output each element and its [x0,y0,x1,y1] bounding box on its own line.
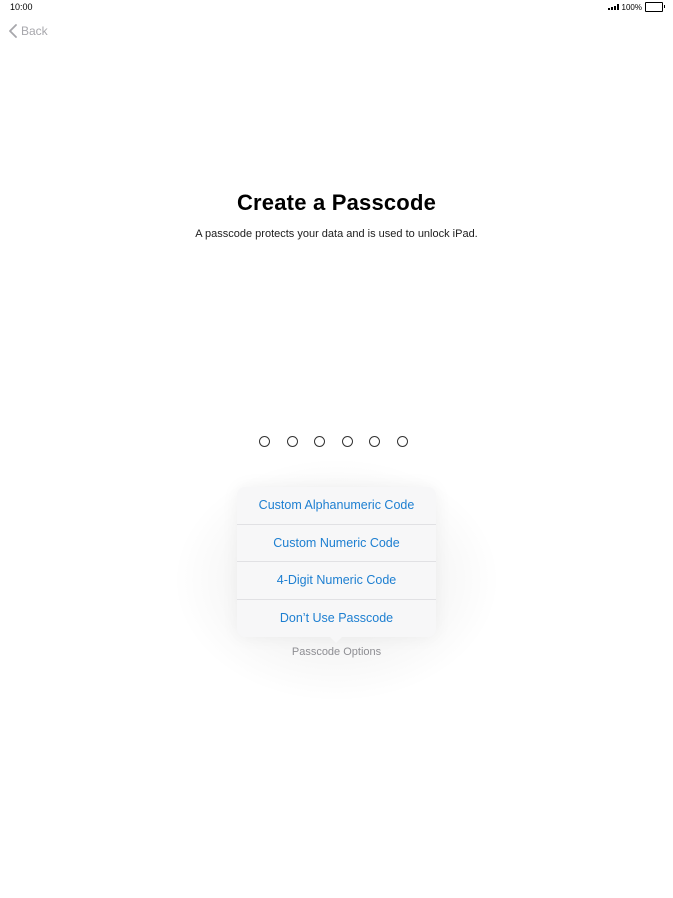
passcode-dot [369,436,381,447]
option-custom-alphanumeric[interactable]: Custom Alphanumeric Code [237,487,436,525]
passcode-options-menu: Custom Alphanumeric Code Custom Numeric … [237,487,436,637]
status-time: 10:00 [10,2,33,12]
chevron-left-icon [9,24,17,38]
passcode-dot [396,436,408,447]
back-button[interactable]: Back [8,24,48,38]
passcode-dot [286,436,298,447]
passcode-dot [314,436,326,447]
page-title: Create a Passcode [236,190,437,215]
passcode-options-button[interactable]: Passcode Options [0,646,673,658]
option-dont-use-passcode[interactable]: Don’t Use Passcode [237,600,436,638]
status-bar: 10:00 100% [0,0,673,16]
passcode-dot [259,436,270,447]
passcode-dots [259,436,408,447]
page-subtitle: A passcode protects your data and is use… [195,228,478,240]
popover-arrow [330,637,342,643]
battery-percent: 100% [621,2,642,12]
signal-icon [607,4,619,10]
passcode-dot [341,436,353,447]
back-label: Back [21,24,48,38]
option-4-digit-numeric[interactable]: 4-Digit Numeric Code [237,562,436,600]
battery-icon [645,2,665,12]
option-custom-numeric[interactable]: Custom Numeric Code [237,525,436,562]
status-indicators: 100% [607,2,665,12]
